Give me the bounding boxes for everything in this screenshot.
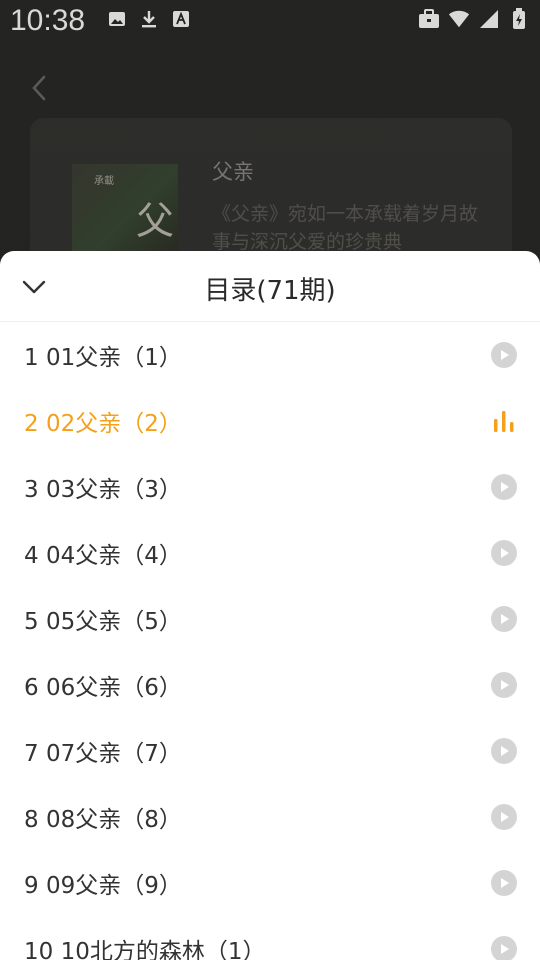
- episode-item-9[interactable]: 9 09父亲（9）: [0, 850, 540, 916]
- play-icon[interactable]: [490, 341, 518, 369]
- episode-label: 8 08父亲（8）: [24, 807, 182, 833]
- episode-item-2[interactable]: 2 02父亲（2）: [0, 388, 540, 454]
- play-icon[interactable]: [490, 869, 518, 897]
- episode-item-10[interactable]: 10 10北方的森林（1）: [0, 916, 540, 960]
- episode-item-7[interactable]: 7 07父亲（7）: [0, 718, 540, 784]
- episode-label: 2 02父亲（2）: [24, 411, 182, 437]
- episode-item-1[interactable]: 1 01父亲（1）: [0, 322, 540, 388]
- episode-item-5[interactable]: 5 05父亲（5）: [0, 586, 540, 652]
- play-icon[interactable]: [490, 671, 518, 699]
- equalizer-playing-icon: [490, 407, 518, 435]
- play-icon[interactable]: [490, 473, 518, 501]
- episode-item-6[interactable]: 6 06父亲（6）: [0, 652, 540, 718]
- episode-item-3[interactable]: 3 03父亲（3）: [0, 454, 540, 520]
- episode-label: 9 09父亲（9）: [24, 873, 182, 899]
- episode-list: 1 01父亲（1） 2 02父亲（2） 3 03父亲（3） 4 04父亲（4） …: [0, 322, 540, 960]
- episode-label: 1 01父亲（1）: [24, 345, 182, 371]
- play-icon[interactable]: [490, 605, 518, 633]
- play-icon[interactable]: [490, 803, 518, 831]
- episode-item-8[interactable]: 8 08父亲（8）: [0, 784, 540, 850]
- play-icon[interactable]: [490, 539, 518, 567]
- sheet-title: 目录(71期): [204, 276, 336, 306]
- episode-label: 6 06父亲（6）: [24, 675, 182, 701]
- play-icon[interactable]: [490, 935, 518, 960]
- episode-label: 7 07父亲（7）: [24, 741, 182, 767]
- episode-label: 3 03父亲（3）: [24, 477, 182, 503]
- episode-label: 4 04父亲（4）: [24, 543, 182, 569]
- sheet-header: 目录(71期): [0, 251, 540, 322]
- episode-item-4[interactable]: 4 04父亲（4）: [0, 520, 540, 586]
- episode-label: 5 05父亲（5）: [24, 609, 182, 635]
- episode-label: 10 10北方的森林（1）: [24, 939, 266, 960]
- episode-list-sheet: 目录(71期) 1 01父亲（1） 2 02父亲（2） 3 03父亲（3） 4 …: [0, 251, 540, 960]
- play-icon[interactable]: [490, 737, 518, 765]
